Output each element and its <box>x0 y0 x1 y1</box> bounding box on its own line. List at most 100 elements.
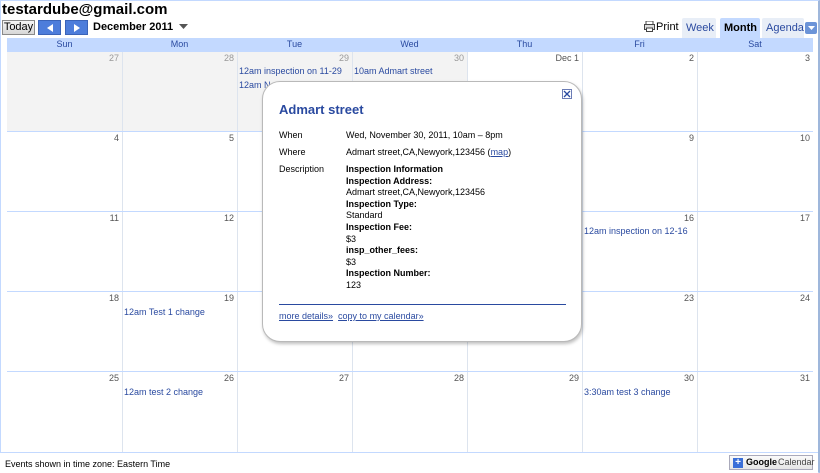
google-logo: Google <box>746 457 777 467</box>
today-button[interactable]: Today <box>2 20 35 35</box>
day-cell[interactable]: 4 <box>7 132 122 212</box>
close-icon <box>563 90 571 98</box>
day-number: 25 <box>108 373 119 383</box>
event-chip[interactable]: 10am Admart street <box>354 66 433 76</box>
day-number: 18 <box>108 293 119 303</box>
week-row: 25 26 12am test 2 change 27 28 29 30 3:3… <box>7 371 813 452</box>
day-number: 27 <box>338 373 349 383</box>
calendar-label: Calendar <box>778 457 815 467</box>
desc-text: 123 <box>346 279 362 290</box>
calendar-footer: Events shown in time zone: Eastern Time … <box>0 452 818 473</box>
chevron-down-icon[interactable] <box>179 24 188 30</box>
day-number: Dec 1 <box>555 53 579 63</box>
view-options-button[interactable] <box>805 22 817 34</box>
account-email: testardube@gmail.com <box>2 1 168 18</box>
event-chip[interactable]: 3:30am test 3 change <box>584 387 671 397</box>
weekday-tue: Tue <box>286 39 303 49</box>
day-cell[interactable]: 12 <box>122 212 237 292</box>
day-number: 24 <box>799 293 810 303</box>
day-cell[interactable]: 28 <box>352 372 467 452</box>
day-cell[interactable]: 10 <box>697 132 813 212</box>
day-cell[interactable]: 26 12am test 2 change <box>122 372 237 452</box>
where-value: Admart street,CA,Newyork,123456 (map) <box>346 147 511 159</box>
calendar-toolbar: Today December 2011 Print Week Month Age… <box>0 18 818 38</box>
desc-heading: insp_other_fees: <box>346 245 419 256</box>
where-label: Where <box>279 147 306 157</box>
day-cell[interactable]: 16 12am inspection on 12-16 <box>582 212 697 292</box>
divider <box>279 304 566 305</box>
weekday-thu: Thu <box>516 39 533 49</box>
day-cell[interactable]: 30 3:30am test 3 change <box>582 372 697 452</box>
day-number: 2 <box>688 53 694 63</box>
day-cell[interactable]: 23 <box>582 292 697 372</box>
description-label: Description <box>279 164 325 174</box>
day-number: 16 <box>683 213 694 223</box>
when-label: When <box>279 130 303 140</box>
desc-heading: Inspection Type: <box>346 198 417 209</box>
desc-text: $3 <box>346 256 357 267</box>
event-chip[interactable]: 12am test 2 change <box>124 387 203 397</box>
desc-text: $3 <box>346 233 357 244</box>
day-cell[interactable]: 3 <box>697 52 813 132</box>
print-label: Print <box>656 21 679 33</box>
day-number: 12 <box>223 213 234 223</box>
desc-text: Standard <box>346 210 383 221</box>
day-number: 30 <box>453 53 464 63</box>
popup-links: more details» copy to my calendar» <box>279 311 424 321</box>
when-value: Wed, November 30, 2011, 10am – 8pm <box>346 130 503 140</box>
weekday-wed: Wed <box>400 39 419 49</box>
copy-to-calendar-link[interactable]: copy to my calendar» <box>338 311 424 321</box>
next-month-button[interactable] <box>65 20 88 35</box>
day-cell[interactable]: 25 <box>7 372 122 452</box>
day-cell[interactable]: 18 <box>7 292 122 372</box>
desc-heading: Inspection Number: <box>346 268 431 279</box>
day-cell[interactable]: 2 <box>582 52 697 132</box>
month-title: December 2011 <box>93 21 174 33</box>
day-cell[interactable]: 24 <box>697 292 813 372</box>
event-chip[interactable]: 12am inspection on 12-16 <box>584 226 697 236</box>
description-value: Inspection Information Inspection Addres… <box>346 164 485 292</box>
day-number: 19 <box>223 293 234 303</box>
day-number: 9 <box>688 133 694 143</box>
desc-text: Admart street,CA,Newyork,123456 <box>346 187 486 198</box>
day-number: 28 <box>223 53 234 63</box>
arrow-right-icon <box>73 24 80 32</box>
event-chip[interactable]: 12am inspection on 11-29 <box>239 66 352 76</box>
weekday-sat: Sat <box>748 39 762 49</box>
day-cell[interactable]: 31 <box>697 372 813 452</box>
day-cell[interactable]: 27 <box>7 52 122 132</box>
day-number: 17 <box>799 213 810 223</box>
day-number: 5 <box>228 133 234 143</box>
day-number: 3 <box>804 53 810 63</box>
day-cell[interactable]: 28 <box>122 52 237 132</box>
where-text: Admart street,CA,Newyork,123456 ( <box>346 147 491 157</box>
day-cell[interactable]: 29 <box>467 372 582 452</box>
map-link[interactable]: map <box>491 147 509 157</box>
event-chip[interactable]: 12am Test 1 change <box>124 307 205 317</box>
weekday-header: Sun Mon Tue Wed Thu Fri Sat <box>7 38 813 51</box>
google-calendar-badge[interactable]: + Google Calendar <box>729 455 815 470</box>
more-details-link[interactable]: more details» <box>279 311 333 321</box>
print-button[interactable]: Print <box>644 20 679 33</box>
day-number: 29 <box>568 373 579 383</box>
close-button[interactable] <box>562 89 572 99</box>
event-details-popup: Admart street When Wed, November 30, 201… <box>262 81 582 342</box>
weekday-fri: Fri <box>634 39 645 49</box>
day-number: 10 <box>799 133 810 143</box>
day-cell[interactable]: 9 <box>582 132 697 212</box>
day-number: 23 <box>683 293 694 303</box>
plus-icon: + <box>733 458 743 468</box>
day-cell[interactable]: 19 12am Test 1 change <box>122 292 237 372</box>
previous-month-button[interactable] <box>38 20 61 35</box>
day-cell[interactable]: 11 <box>7 212 122 292</box>
day-number: 4 <box>113 133 119 143</box>
day-cell[interactable]: 5 <box>122 132 237 212</box>
day-number: 26 <box>223 373 234 383</box>
tab-week[interactable]: Week <box>682 18 716 38</box>
tab-month[interactable]: Month <box>720 18 760 38</box>
event-title: Admart street <box>279 102 364 117</box>
tab-agenda[interactable]: Agenda <box>762 18 804 38</box>
day-cell[interactable]: 17 <box>697 212 813 292</box>
desc-heading: Inspection Information <box>346 164 444 174</box>
day-cell[interactable]: 27 <box>237 372 352 452</box>
